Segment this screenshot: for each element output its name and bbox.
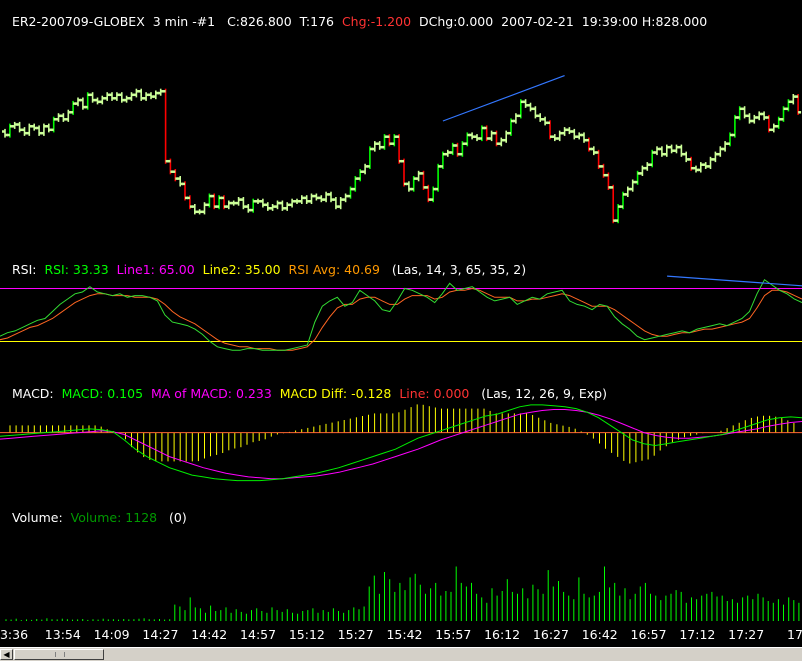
price-trendline <box>442 75 565 122</box>
daily-change-value: DChg:0.000 <box>419 14 494 29</box>
scroll-thumb[interactable] <box>14 649 104 660</box>
change-value: Chg:-1.200 <box>341 14 412 29</box>
volume-value: Volume: 1128 <box>70 510 158 525</box>
high-value: H:828.000 <box>641 14 708 29</box>
line2-value: Line2: 35.00 <box>202 262 281 277</box>
time-tick-label: 14:27 <box>142 627 179 642</box>
symbol-label: ER2-200709-GLOBEX <box>11 14 145 29</box>
rsi-avg-value: RSI Avg: 40.69 <box>288 262 380 277</box>
time-tick-label: 17: <box>787 627 802 642</box>
rsi-trendline <box>667 275 802 287</box>
rsi-value: RSI: 33.33 <box>44 262 109 277</box>
time-tick-label: 3:36 <box>0 627 29 642</box>
time-tick-label: 15:42 <box>386 627 423 642</box>
scroll-left-button[interactable]: ◀ <box>0 649 13 660</box>
volume-panel <box>5 566 800 621</box>
time-tick-label: 16:42 <box>581 627 618 642</box>
ticks-value: T:176 <box>299 14 334 29</box>
price-header: ER2-200709-GLOBEX 3 min -#1 C:826.800 T:… <box>4 1 707 29</box>
macd-value: MACD: 0.105 <box>61 386 144 401</box>
volume-extra: (0) <box>169 510 187 525</box>
time-tick-label: 16:12 <box>484 627 521 642</box>
time-tick-label: 14:57 <box>240 627 277 642</box>
horizontal-scrollbar[interactable]: ◀ <box>0 647 802 661</box>
macd-ma-line <box>0 409 802 480</box>
macd-ma-value: MA of MACD: 0.233 <box>151 386 272 401</box>
line1-value: Line1: 65.00 <box>116 262 195 277</box>
volume-header: Volume: Volume: 1128 (0) <box>4 497 187 525</box>
rsi-params: (Las, 14, 3, 65, 35, 2) <box>391 262 527 277</box>
rsi-header: RSI: RSI: 33.33 Line1: 65.00 Line2: 35.0… <box>4 249 526 277</box>
macd-line <box>0 404 802 482</box>
macd-params: (Las, 12, 26, 9, Exp) <box>481 386 607 401</box>
time-tick-label: 17:12 <box>679 627 716 642</box>
price-panel <box>2 75 802 224</box>
rsi-line <box>0 278 802 351</box>
rsi-title: RSI: <box>11 262 37 277</box>
macd-line-value: Line: 0.000 <box>399 386 470 401</box>
macd-header: MACD: MACD: 0.105 MA of MACD: 0.233 MACD… <box>4 373 607 401</box>
macd-diff-value: MACD Diff: -0.128 <box>279 386 392 401</box>
time-axis: 3:36 13:54 14:09 14:27 14:42 14:57 15:12 15:27 1… <box>0 625 802 647</box>
interval-label: 3 min <box>152 14 189 29</box>
time-tick-label: 15:27 <box>337 627 374 642</box>
time-tick-label: 13:54 <box>44 627 81 642</box>
time-tick-label: 15:12 <box>288 627 325 642</box>
rsi-panel <box>0 275 802 351</box>
chart-canvas <box>0 75 802 621</box>
date-value: 2007-02-21 <box>501 14 574 29</box>
macd-panel <box>0 404 802 482</box>
time-tick-label: 15:57 <box>435 627 472 642</box>
time-value: 19:39:00 <box>581 14 638 29</box>
time-tick-label: 14:42 <box>191 627 228 642</box>
macd-title: MACD: <box>11 386 54 401</box>
instance-label: -#1 <box>192 14 216 29</box>
grip-icon <box>55 652 65 657</box>
time-tick-label: 16:27 <box>532 627 569 642</box>
time-tick-label: 17:27 <box>728 627 765 642</box>
time-tick-label: 16:57 <box>630 627 667 642</box>
time-tick-label: 14:09 <box>93 627 130 642</box>
close-value: C:826.800 <box>227 14 292 29</box>
volume-title: Volume: <box>11 510 63 525</box>
